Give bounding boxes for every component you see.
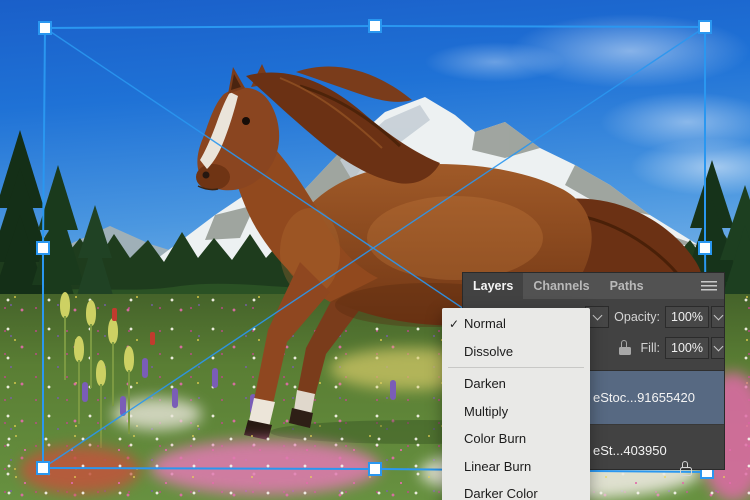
tab-paths-label: Paths	[609, 279, 644, 293]
transform-handle-middle-left[interactable]	[36, 241, 50, 255]
menu-item-linear-burn[interactable]: Linear Burn	[442, 453, 590, 481]
menu-item-label: Darker Color	[464, 486, 538, 500]
chevron-down-icon	[713, 310, 723, 321]
layer-name: eStoc...91655420	[593, 390, 695, 405]
transform-handle-top-right[interactable]	[698, 20, 712, 34]
transform-handle-top-center[interactable]	[368, 19, 382, 33]
tab-channels-label: Channels	[533, 279, 590, 293]
checkmark-icon: ✓	[449, 316, 460, 331]
menu-item-darken[interactable]: Darken	[442, 370, 590, 398]
transform-handle-top-left[interactable]	[38, 21, 52, 35]
menu-item-label: Darken	[464, 376, 506, 392]
photoshop-canvas[interactable]: Layers Channels Paths Opacity: 100% Fill…	[0, 0, 750, 500]
blend-mode-menu: ✓ Normal Dissolve Darken Multiply Color …	[442, 308, 590, 500]
transform-handle-bottom-center[interactable]	[368, 462, 382, 476]
tab-layers[interactable]: Layers	[463, 273, 524, 299]
opacity-label: Opacity:	[614, 310, 660, 324]
layer-name: eSt...403950	[593, 442, 667, 458]
opacity-dropdown-button[interactable]	[711, 306, 725, 328]
panel-tab-bar: Layers Channels Paths	[463, 273, 724, 299]
opacity-value-text: 100%	[671, 310, 703, 324]
tab-paths[interactable]: Paths	[600, 273, 654, 299]
tab-layers-label: Layers	[473, 279, 514, 293]
chevron-down-icon	[713, 341, 723, 352]
menu-divider	[448, 367, 584, 368]
menu-item-dissolve[interactable]: Dissolve	[442, 338, 590, 366]
menu-item-label: Normal	[464, 316, 506, 332]
tab-channels[interactable]: Channels	[523, 273, 599, 299]
panel-menu-icon[interactable]	[701, 281, 717, 291]
menu-item-darker-color[interactable]: Darker Color	[442, 480, 590, 500]
menu-item-label: Linear Burn	[464, 458, 532, 474]
menu-item-normal[interactable]: ✓ Normal	[442, 310, 590, 338]
fill-value-text: 100%	[671, 341, 703, 355]
menu-item-color-burn[interactable]: Color Burn	[442, 425, 590, 453]
chevron-down-icon	[592, 310, 602, 321]
layer-lock-icon	[680, 460, 692, 476]
transform-handle-bottom-left[interactable]	[36, 461, 50, 475]
menu-item-label: Multiply	[464, 403, 509, 419]
transform-handle-middle-right[interactable]	[698, 241, 712, 255]
menu-item-label: Color Burn	[464, 431, 527, 447]
opacity-value[interactable]: 100%	[665, 306, 709, 328]
fill-dropdown-button[interactable]	[711, 337, 725, 359]
menu-item-label: Dissolve	[464, 343, 514, 359]
menu-item-multiply[interactable]: Multiply	[442, 398, 590, 426]
fill-value[interactable]: 100%	[665, 337, 709, 359]
fill-label: Fill:	[640, 341, 660, 355]
